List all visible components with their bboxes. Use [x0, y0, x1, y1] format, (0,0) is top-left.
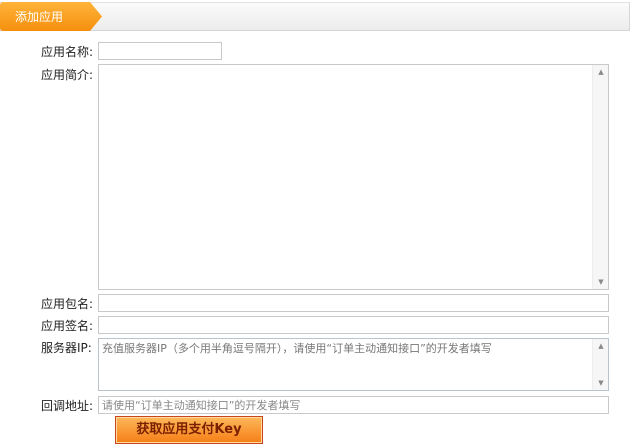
callback-url-label: 回调地址:: [41, 399, 94, 413]
app-name-input[interactable]: [98, 42, 222, 60]
app-intro-label: 应用简介:: [41, 68, 94, 82]
scroll-down-icon[interactable]: ▼: [593, 376, 609, 390]
callback-url-input[interactable]: [98, 396, 609, 414]
section-tab: 添加应用: [0, 2, 102, 31]
server-ip-placeholder: 充值服务器IP（多个用半角逗号隔开），请使用“订单主动通知接口”的开发者填写: [102, 342, 492, 355]
app-intro-textarea[interactable]: ▲ ▼: [98, 64, 609, 290]
server-ip-textarea[interactable]: 充值服务器IP（多个用半角逗号隔开），请使用“订单主动通知接口”的开发者填写 ▲…: [98, 338, 609, 391]
server-ip-label: 服务器IP:: [41, 341, 92, 355]
app-name-label: 应用名称:: [41, 45, 94, 59]
section-title: 添加应用: [15, 10, 64, 24]
add-app-page: 添加应用 应用名称: 应用简介: ▲ ▼ 应用包名: 应用签名: 服务器IP: …: [0, 0, 632, 448]
app-signature-input[interactable]: [98, 316, 609, 334]
scroll-down-icon[interactable]: ▼: [593, 275, 609, 289]
scroll-up-icon[interactable]: ▲: [593, 339, 609, 353]
scroll-up-icon[interactable]: ▲: [593, 65, 609, 79]
app-signature-label: 应用签名:: [41, 319, 94, 333]
app-intro-scrollbar[interactable]: ▲ ▼: [592, 65, 608, 289]
package-name-label: 应用包名:: [41, 297, 94, 311]
package-name-input[interactable]: [98, 294, 609, 312]
server-ip-scrollbar[interactable]: ▲ ▼: [592, 339, 608, 390]
get-pay-key-button[interactable]: 获取应用支付Key: [115, 416, 263, 444]
